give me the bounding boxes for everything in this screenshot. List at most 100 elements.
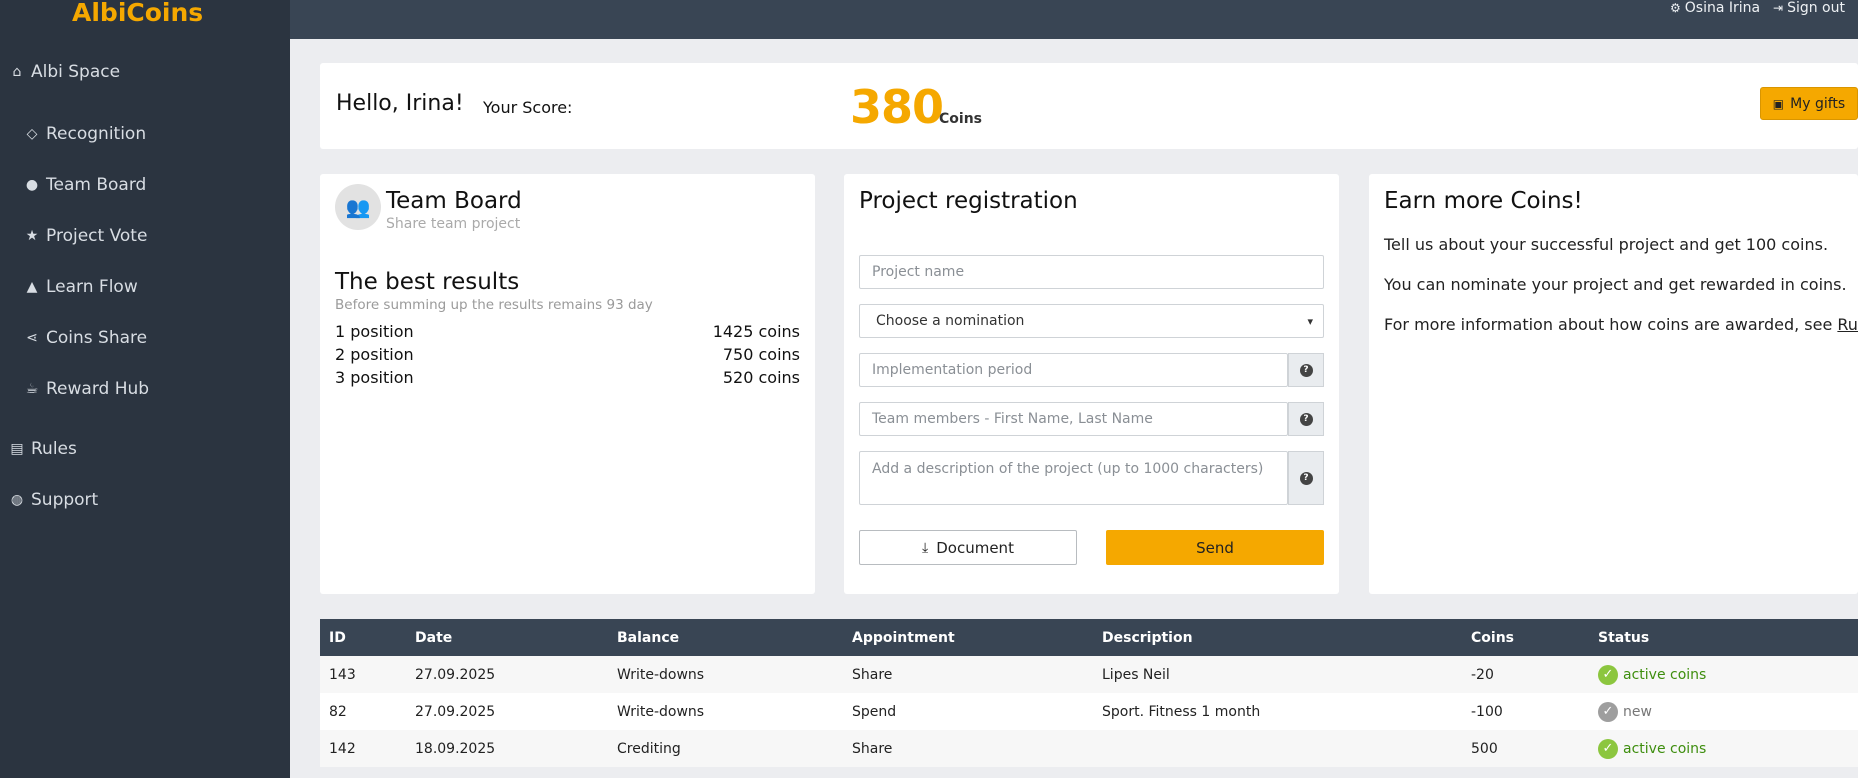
star-icon: ★: [25, 228, 39, 244]
position-row: 3 position 520 coins: [335, 368, 800, 387]
cell-appointment: Share: [852, 666, 893, 683]
description-textarea[interactable]: Add a description of the project (up to …: [859, 451, 1288, 505]
document-button[interactable]: ⤓ Document: [859, 530, 1077, 565]
send-button[interactable]: Send: [1106, 530, 1324, 565]
cell-status: ✓ active coins: [1598, 730, 1706, 767]
comment-icon: ◍: [10, 492, 24, 508]
status-label: active coins: [1623, 666, 1707, 683]
check-circle-icon: ✓: [1598, 664, 1618, 685]
sidebar-item-coins-share[interactable]: ⋖ Coins Share: [23, 328, 147, 348]
earn-text-1: Tell us about your successful project an…: [1384, 235, 1829, 254]
table-header: ID Date Balance Appointment Description …: [320, 619, 1858, 656]
sidebar-item-team-board[interactable]: ● Team Board: [23, 175, 146, 195]
coffee-icon: ☕: [25, 381, 39, 397]
column-header-status: Status: [1598, 629, 1650, 646]
user-menu-link[interactable]: ⚙ Osina Irina: [1670, 0, 1760, 16]
sidebar-item-project-vote[interactable]: ★ Project Vote: [23, 226, 148, 246]
position-row: 2 position 750 coins: [335, 345, 800, 364]
description-placeholder: Add a description of the project (up to …: [872, 461, 1264, 477]
users-icon: ●: [25, 177, 39, 193]
question-icon: ?: [1299, 412, 1313, 426]
column-header-date: Date: [415, 629, 453, 646]
team-board-title: Team Board: [386, 188, 522, 214]
document-label: Document: [936, 538, 1014, 557]
description-help-button[interactable]: ?: [1288, 451, 1324, 505]
period-help-button[interactable]: ?: [1288, 353, 1324, 387]
my-gifts-button[interactable]: ▣ My gifts: [1760, 87, 1858, 120]
cell-balance: Crediting: [617, 740, 681, 757]
nomination-select[interactable]: Choose a nomination ▾: [859, 304, 1324, 338]
earn-text-2: You can nominate your project and get re…: [1384, 275, 1847, 294]
gear-icon: ⚙: [1670, 1, 1681, 15]
sign-out-icon: ⇥: [1773, 1, 1784, 15]
team-members-input[interactable]: Team members - First Name, Last Name: [859, 402, 1288, 436]
signout-label: Sign out: [1787, 0, 1845, 16]
cell-balance: Write-downs: [617, 703, 705, 720]
cell-id: 143: [329, 666, 356, 683]
table-row[interactable]: 82 27.09.2025 Write-downs Spend Sport. F…: [320, 693, 1858, 730]
rules-link[interactable]: Rules: [1837, 315, 1858, 334]
cell-coins: -100: [1471, 703, 1503, 720]
table-row[interactable]: 143 27.09.2025 Write-downs Share Lipes N…: [320, 656, 1858, 693]
cell-status: ✓ active coins: [1598, 656, 1706, 693]
column-header-id: ID: [329, 629, 346, 646]
table-row[interactable]: 142 18.09.2025 Crediting Share 500 ✓ act…: [320, 730, 1858, 767]
sidebar-item-rules[interactable]: ▤ Rules: [8, 439, 77, 459]
check-circle-icon: ✓: [1598, 738, 1618, 759]
signout-link[interactable]: ⇥ Sign out: [1773, 0, 1845, 16]
project-name-input[interactable]: Project name: [859, 255, 1324, 289]
topbar: ⚙ Osina Irina ⇥ Sign out: [290, 0, 1858, 39]
cell-description: Lipes Neil: [1102, 666, 1170, 683]
sidebar: AlbiCoins ⌂ Albi Space ◇ Recognition ● T…: [0, 0, 290, 778]
question-icon: ?: [1299, 471, 1313, 485]
team-placeholder: Team members - First Name, Last Name: [872, 411, 1153, 427]
transactions-table: ID Date Balance Appointment Description …: [320, 619, 1858, 767]
cell-coins: 500: [1471, 740, 1498, 757]
position-label: 2 position: [335, 345, 414, 364]
app-logo[interactable]: AlbiCoins: [72, 0, 203, 27]
sidebar-item-label: Learn Flow: [46, 277, 138, 297]
cell-balance: Write-downs: [617, 666, 705, 683]
cell-date: 27.09.2025: [415, 666, 496, 683]
score-card: Hello, Irina! Your Score: 380 Coins ▣ My…: [320, 63, 1858, 149]
score-value: 380: [850, 80, 944, 134]
results-subtitle: Before summing up the results remains 93…: [335, 297, 653, 313]
earn-coins-card: Earn more Coins! Tell us about your succ…: [1369, 174, 1858, 594]
position-value: 1425 coins: [712, 322, 800, 341]
project-name-placeholder: Project name: [872, 264, 965, 280]
sidebar-item-reward-hub[interactable]: ☕ Reward Hub: [23, 379, 149, 399]
download-icon: ⤓: [922, 539, 929, 556]
cell-appointment: Share: [852, 740, 893, 757]
sidebar-item-label: Recognition: [46, 124, 147, 144]
project-registration-card: Project registration Project name Choose…: [844, 174, 1339, 594]
user-name: Osina Irina: [1684, 0, 1761, 16]
cell-id: 82: [329, 703, 347, 720]
sidebar-item-label: Reward Hub: [46, 379, 150, 399]
my-gifts-label: My gifts: [1790, 95, 1846, 112]
sidebar-item-recognition[interactable]: ◇ Recognition: [23, 124, 147, 144]
gift-icon: ▣: [1772, 96, 1785, 111]
score-label: Your Score:: [483, 98, 573, 117]
cell-id: 142: [329, 740, 356, 757]
score-unit: Coins: [939, 111, 982, 127]
chevron-down-icon: ▾: [1307, 314, 1313, 328]
period-placeholder: Implementation period: [872, 362, 1033, 378]
nomination-selected: Choose a nomination: [876, 313, 1025, 329]
registration-title: Project registration: [859, 188, 1078, 214]
newspaper-icon: ▤: [10, 441, 24, 457]
sidebar-item-label: Albi Space: [31, 62, 121, 82]
position-label: 3 position: [335, 368, 414, 387]
status-label: active coins: [1623, 740, 1707, 757]
results-title: The best results: [335, 269, 520, 295]
earn-text-3-prefix: For more information about how coins are…: [1384, 315, 1838, 334]
team-board-subtitle: Share team project: [386, 216, 521, 232]
sidebar-item-learn-flow[interactable]: ▲ Learn Flow: [23, 277, 138, 297]
team-help-button[interactable]: ?: [1288, 402, 1324, 436]
sidebar-item-albi-space[interactable]: ⌂ Albi Space: [8, 62, 121, 82]
column-header-balance: Balance: [617, 629, 680, 646]
sidebar-item-support[interactable]: ◍ Support: [8, 490, 98, 510]
implementation-period-input[interactable]: Implementation period: [859, 353, 1288, 387]
users-icon: 👥: [335, 184, 381, 230]
cell-date: 18.09.2025: [415, 740, 496, 757]
position-row: 1 position 1425 coins: [335, 322, 800, 341]
